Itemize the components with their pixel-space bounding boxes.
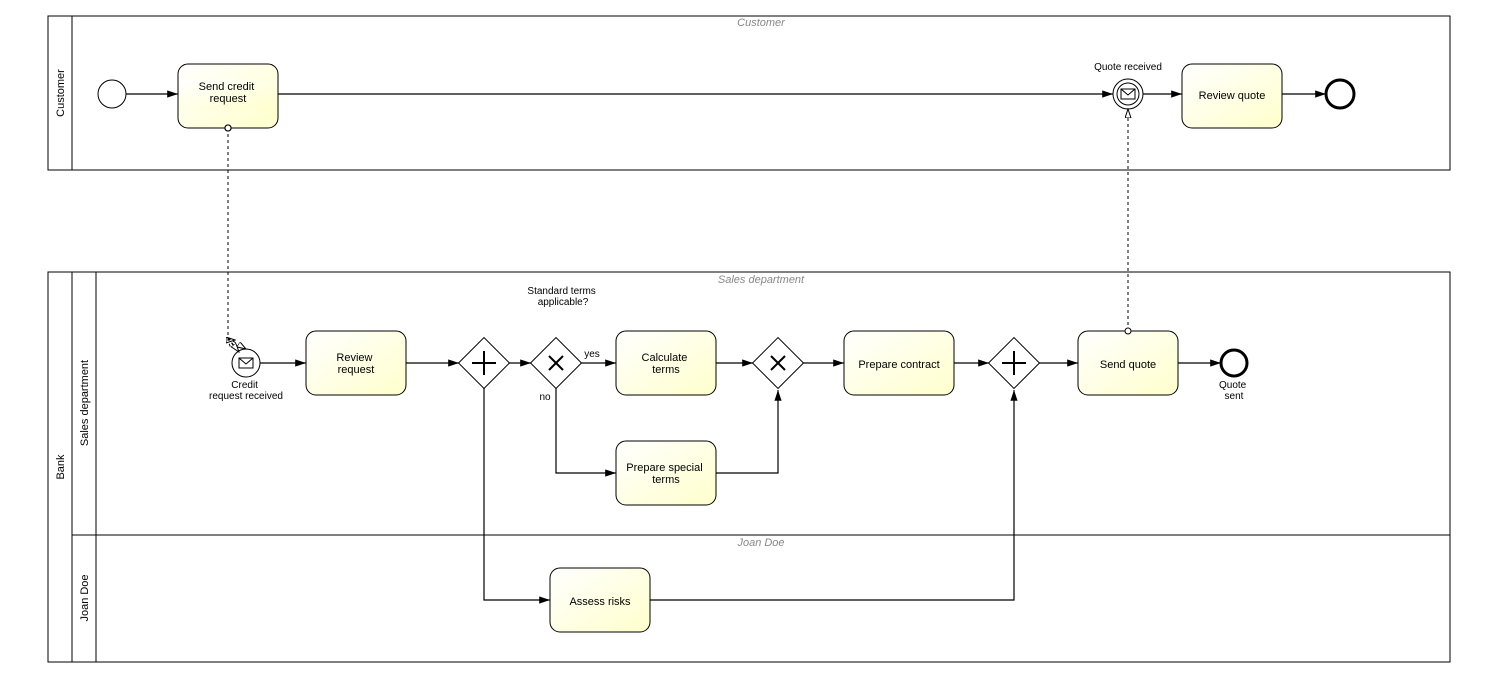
svg-text:Prepare contract: Prepare contract [858,359,939,371]
message-flow-credit-end [228,338,246,349]
lane-joan-header: Joan Doe [736,537,784,549]
lane-sales-header: Sales department [718,274,805,286]
event-credit-request-received-label: Credit request received [209,380,283,402]
flow-special-to-ex-merge [716,390,778,473]
svg-text:Review request: Review request [336,352,375,376]
gateway-exclusive-split [531,338,582,389]
task-prepare-contract: Prepare contract [844,331,954,395]
svg-text:Assess risks: Assess risks [569,596,631,608]
gateway-parallel-split [459,338,510,389]
message-flow-1 [228,128,238,352]
pool-customer: Customer Customer Send credit request re… [48,16,1450,170]
event-credit-request-received [232,349,260,377]
start-event-customer [98,80,126,108]
pool-customer-header: Customer [737,17,786,29]
event-quote-received [1113,79,1143,109]
lane-sales-title: Sales department [79,360,91,446]
flow-par-split-to-assess [484,388,550,600]
task-review-request: Review request [306,331,406,395]
pool-customer-title: Customer [55,69,67,117]
task-assess-risks: Assess risks [550,568,650,632]
event-quote-received-label: Quote received [1094,62,1162,73]
lane-joan-title: Joan Doe [79,574,91,621]
svg-text:Review quote: Review quote [1199,90,1266,102]
end-event-quote-sent-label: Quote sent [1219,380,1249,402]
flow-no-label: no [539,392,551,403]
bpmn-diagram: Customer Customer Send credit request re… [0,0,1490,688]
task-send-quote: Send quote [1078,331,1178,395]
gateway-exclusive-split-label: Standard terms applicable? [527,286,598,308]
end-event-customer [1326,80,1354,108]
gateway-parallel-join [989,338,1040,389]
flow-ex-split-no [556,388,616,473]
pool-bank: Bank Sales department Sales department J… [48,272,1450,662]
flow-yes-label: yes [584,349,600,360]
task-calculate-terms: Calculate terms [616,331,716,395]
task-review-quote: Review quote [1182,64,1282,128]
pool-bank-title: Bank [55,454,67,480]
msgflow-send-credit-to-received [228,128,235,340]
task-prepare-special-terms: Prepare special terms [616,441,716,505]
svg-text:Send quote: Send quote [1100,359,1156,371]
gateway-exclusive-merge [753,338,804,389]
end-event-quote-sent [1221,350,1247,376]
